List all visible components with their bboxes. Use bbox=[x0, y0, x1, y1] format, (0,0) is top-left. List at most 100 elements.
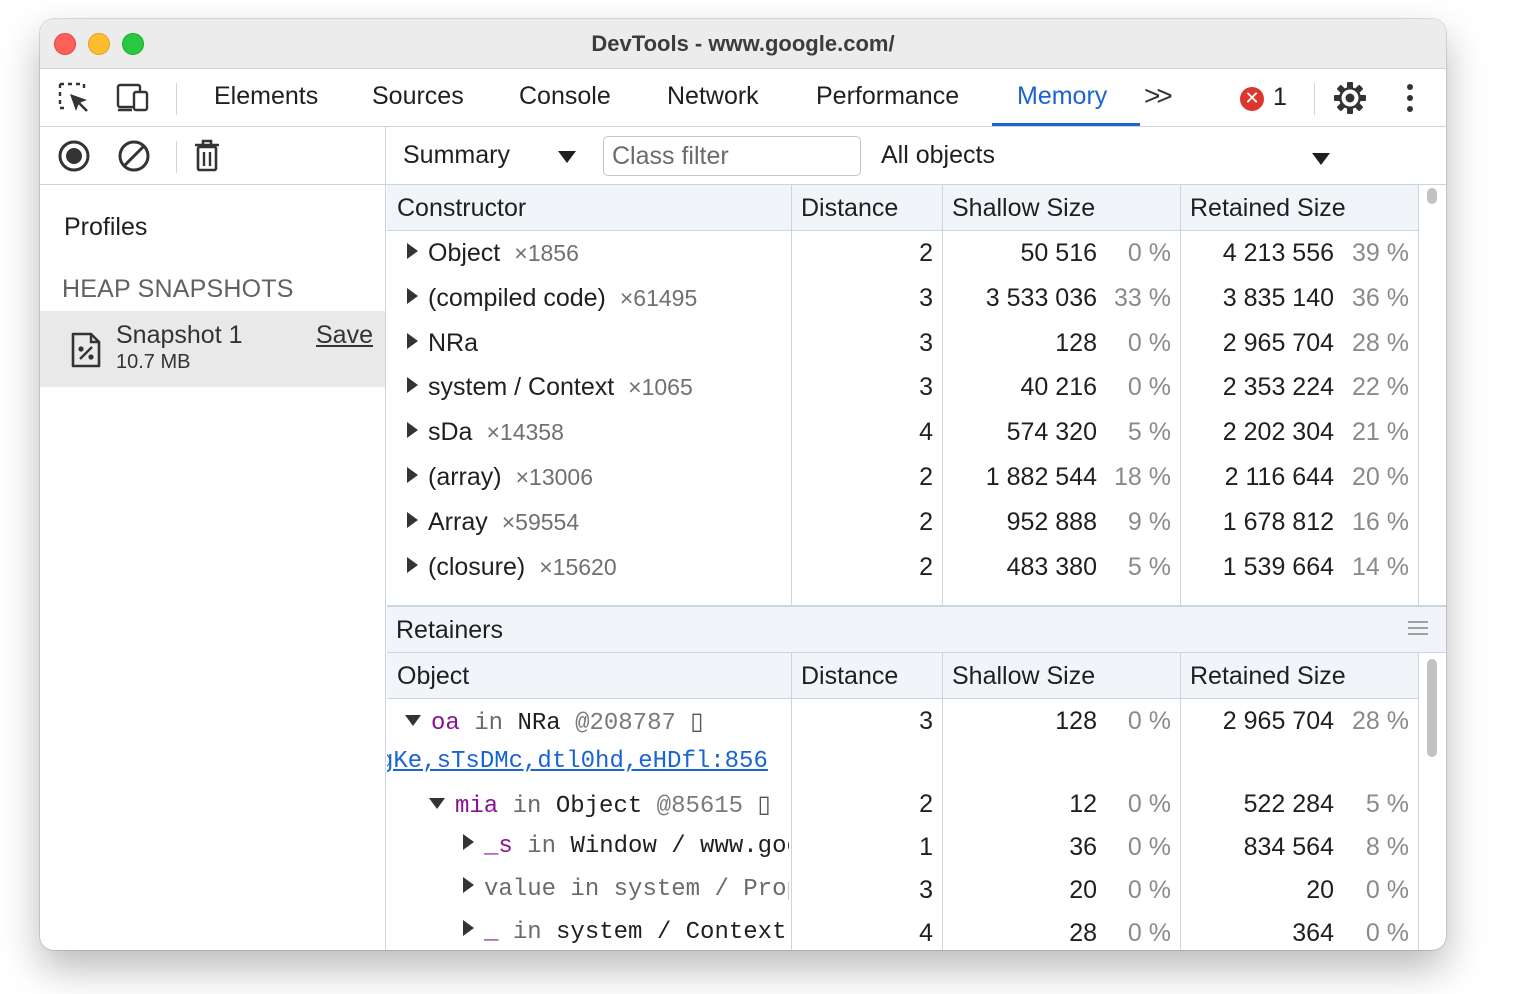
expand-triangle-icon[interactable] bbox=[407, 333, 418, 349]
expand-triangle-icon[interactable] bbox=[407, 422, 418, 438]
tab-elements[interactable]: Elements bbox=[214, 82, 318, 111]
shallow-percent-cell: 0 % bbox=[1127, 239, 1171, 267]
shallow-size-cell: 3 533 036 bbox=[985, 284, 1097, 312]
table-row[interactable]: system / Context ×1065 3 40 216 0 % 2 353… bbox=[387, 365, 1418, 410]
table-row[interactable]: Array ×59554 2 952 888 9 % 1 678 812 16 % bbox=[387, 500, 1418, 545]
distance-cell: 2 bbox=[919, 463, 933, 491]
toolbar-separator bbox=[176, 141, 177, 173]
expand-triangle-icon[interactable] bbox=[407, 512, 418, 528]
snapshot-name: Snapshot 1 bbox=[116, 321, 243, 349]
collapse-triangle-icon[interactable] bbox=[405, 715, 421, 726]
object-column-header[interactable]: Object bbox=[397, 662, 469, 691]
retained-percent-cell: 20 % bbox=[1352, 463, 1409, 491]
distance-cell: 3 bbox=[919, 707, 933, 735]
table-row[interactable]: (compiled code) ×61495 3 3 533 036 33 % 3… bbox=[387, 276, 1418, 321]
trash-icon[interactable] bbox=[189, 139, 225, 173]
retained-percent-cell: 28 % bbox=[1352, 707, 1409, 735]
reveal-object-icon[interactable]: ▯ bbox=[690, 707, 703, 735]
source-location-link[interactable]: gKe,sTsDMc,dtl0hd,eHDfl:856 bbox=[387, 748, 768, 775]
expand-triangle-icon[interactable] bbox=[407, 467, 418, 483]
tab-memory[interactable]: Memory bbox=[1017, 82, 1107, 111]
distance-cell: 2 bbox=[919, 790, 933, 818]
drag-handle-icon[interactable] bbox=[1408, 621, 1428, 639]
table-row[interactable]: value in system / PropertyCell 3 20 0 % … bbox=[387, 868, 1418, 913]
table-row[interactable]: NRa 3 128 0 % 2 965 704 28 % bbox=[387, 321, 1418, 366]
tab-network[interactable]: Network bbox=[667, 82, 759, 111]
class-filter-input[interactable] bbox=[603, 136, 861, 176]
device-toolbar-icon[interactable] bbox=[116, 81, 152, 115]
table-row[interactable]: (array) ×13006 2 1 882 544 18 % 2 116 644… bbox=[387, 455, 1418, 500]
heap-snapshots-heading: HEAP SNAPSHOTS bbox=[62, 275, 294, 303]
distance-column-header[interactable]: Distance bbox=[801, 662, 898, 691]
object-cell: _s in Window / www.google.com bbox=[387, 825, 789, 870]
settings-gear-icon[interactable] bbox=[1332, 81, 1368, 115]
record-icon[interactable] bbox=[56, 139, 92, 173]
shallow-size-column-header[interactable]: Shallow Size bbox=[952, 194, 1095, 223]
shallow-percent-cell: 0 % bbox=[1127, 919, 1171, 947]
expand-triangle-icon[interactable] bbox=[407, 557, 418, 573]
shallow-percent-cell: 9 % bbox=[1127, 508, 1171, 536]
retained-size-cell: 2 353 224 bbox=[1222, 373, 1334, 401]
tab-separator bbox=[176, 83, 177, 115]
title-bar: DevTools - www.google.com/ bbox=[40, 19, 1446, 69]
table-row[interactable]: _s in Window / www.google.com 1 36 0 % 8… bbox=[387, 825, 1418, 870]
reveal-object-icon[interactable]: ▯ bbox=[758, 790, 771, 818]
distance-cell: 4 bbox=[919, 919, 933, 947]
table-row[interactable]: mia in Object @85615 ▯ 2 12 0 % 522 284 … bbox=[387, 782, 1418, 827]
expand-triangle-icon[interactable] bbox=[407, 243, 418, 259]
table-row[interactable]: oa in NRa @208787 ▯ 3 128 0 % 2 965 704 … bbox=[387, 699, 1418, 744]
retained-percent-cell: 5 % bbox=[1365, 790, 1409, 818]
tab-sources[interactable]: Sources bbox=[372, 82, 464, 111]
table-row[interactable]: _ in system / Context 4 28 0 % 364 0 % bbox=[387, 911, 1418, 950]
expand-triangle-icon[interactable] bbox=[407, 377, 418, 393]
expand-triangle-icon[interactable] bbox=[463, 834, 474, 850]
inspect-element-icon[interactable] bbox=[56, 81, 92, 115]
retained-percent-cell: 22 % bbox=[1352, 373, 1409, 401]
summary-grid-header: Constructor Distance Shallow Size Retain… bbox=[387, 185, 1418, 231]
clear-all-icon[interactable] bbox=[116, 139, 152, 173]
retained-size-cell: 1 539 664 bbox=[1222, 553, 1334, 581]
more-options-icon[interactable] bbox=[1392, 81, 1428, 115]
retained-size-column-header[interactable]: Retained Size bbox=[1190, 194, 1346, 223]
distance-cell: 3 bbox=[919, 329, 933, 357]
error-count[interactable]: 1 bbox=[1273, 83, 1287, 112]
retained-percent-cell: 21 % bbox=[1352, 418, 1409, 446]
more-tabs-button[interactable]: >> bbox=[1144, 80, 1173, 112]
table-row[interactable]: (closure) ×15620 2 483 380 5 % 1 539 664 … bbox=[387, 545, 1418, 590]
retained-percent-cell: 0 % bbox=[1365, 919, 1409, 947]
view-select[interactable]: Summary bbox=[403, 141, 510, 170]
retained-percent-cell: 14 % bbox=[1352, 553, 1409, 581]
shallow-percent-cell: 0 % bbox=[1127, 373, 1171, 401]
object-cell: oa in NRa @208787 ▯ bbox=[387, 699, 789, 744]
retainers-scrollbar[interactable] bbox=[1427, 659, 1437, 757]
distance-column-header[interactable]: Distance bbox=[801, 194, 898, 223]
source-location: gKe,sTsDMc,dtl0hd,eHDfl:856 bbox=[387, 744, 789, 782]
expand-triangle-icon[interactable] bbox=[463, 877, 474, 893]
objects-select[interactable]: All objects bbox=[881, 141, 995, 170]
shallow-size-cell: 28 bbox=[1069, 919, 1097, 947]
snapshot-item[interactable]: Snapshot 1 10.7 MB Save bbox=[40, 311, 385, 387]
expand-triangle-icon[interactable] bbox=[407, 288, 418, 304]
constructor-cell: sDa ×14358 bbox=[407, 418, 564, 447]
constructor-cell: (closure) ×15620 bbox=[407, 553, 617, 582]
expand-triangle-icon[interactable] bbox=[463, 920, 474, 936]
collapse-triangle-icon[interactable] bbox=[429, 798, 445, 809]
profiles-heading: Profiles bbox=[64, 213, 148, 241]
shallow-size-column-header[interactable]: Shallow Size bbox=[952, 662, 1095, 691]
save-snapshot-link[interactable]: Save bbox=[316, 321, 373, 350]
table-row[interactable]: Object ×1856 2 50 516 0 % 4 213 556 39 % bbox=[387, 231, 1418, 276]
summary-grid: Constructor Distance Shallow Size Retain… bbox=[387, 185, 1419, 605]
retained-size-column-header[interactable]: Retained Size bbox=[1190, 662, 1346, 691]
retainers-grid: Object Distance Shallow Size Retained Si… bbox=[387, 653, 1419, 950]
constructor-column-header[interactable]: Constructor bbox=[397, 194, 526, 223]
tab-performance[interactable]: Performance bbox=[816, 82, 959, 111]
chevron-down-icon[interactable] bbox=[558, 151, 576, 163]
summary-scrollbar[interactable] bbox=[1427, 188, 1437, 204]
shallow-size-cell: 128 bbox=[1055, 707, 1097, 735]
error-icon[interactable]: ✕ bbox=[1240, 87, 1264, 111]
tab-console[interactable]: Console bbox=[519, 82, 611, 111]
table-row[interactable]: sDa ×14358 4 574 320 5 % 2 202 304 21 % bbox=[387, 410, 1418, 455]
shallow-percent-cell: 5 % bbox=[1127, 553, 1171, 581]
constructor-cell: NRa bbox=[407, 329, 492, 358]
chevron-down-icon[interactable] bbox=[1312, 153, 1330, 165]
